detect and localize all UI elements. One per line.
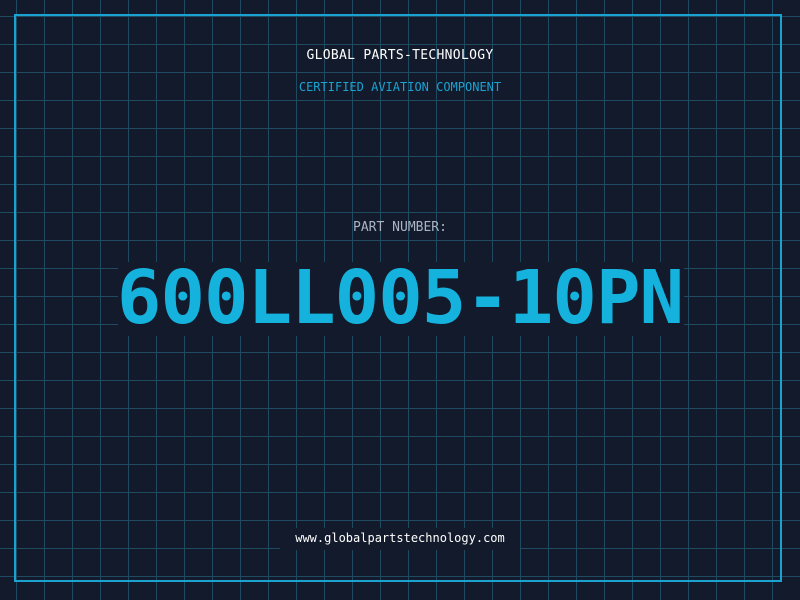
part-number-value: 600LL005-10PN bbox=[116, 255, 684, 341]
website-url: www.globalpartstechnology.com bbox=[295, 531, 505, 545]
part-number-label: PART NUMBER: bbox=[353, 220, 447, 235]
part-label-card: GLOBAL PARTS-TECHNOLOGY CERTIFIED AVIATI… bbox=[0, 0, 800, 600]
company-name: GLOBAL PARTS-TECHNOLOGY bbox=[306, 48, 494, 63]
certification-subtitle: CERTIFIED AVIATION COMPONENT bbox=[298, 80, 502, 94]
